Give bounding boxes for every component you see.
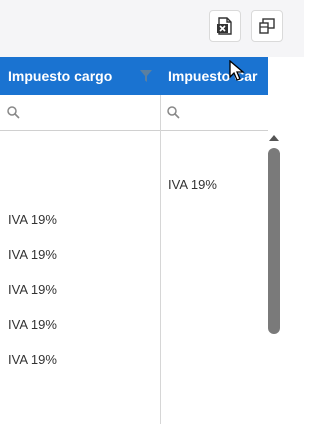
filter-search-col2[interactable] [167,95,180,130]
column-header-impuesto-car[interactable]: Impuesto Car [168,57,268,95]
scroll-thumb[interactable] [268,148,280,334]
vertical-scrollbar[interactable] [264,130,284,340]
grid-header-row: Impuesto cargo Impuesto Car [0,57,268,95]
search-icon [167,106,180,119]
filter-row [0,95,268,131]
mouse-cursor-icon [229,60,245,81]
excel-export-icon [217,17,232,35]
grid-cell[interactable]: IVA 19% [8,247,57,262]
grid-cell[interactable]: IVA 19% [8,212,57,227]
grid-cell[interactable]: IVA 19% [168,177,217,192]
scroll-up-arrow-icon[interactable] [269,135,279,141]
filter-icon[interactable] [140,70,152,82]
search-icon [7,106,20,119]
grid-cell[interactable]: IVA 19% [8,282,57,297]
data-grid: Impuesto cargo Impuesto Car IVA 19% IVA … [0,57,268,424]
toolbar [0,0,304,57]
column-divider [160,95,161,424]
column-header-impuesto-cargo[interactable]: Impuesto cargo [8,57,158,95]
column-chooser-icon [259,18,275,34]
grid-cell[interactable]: IVA 19% [8,317,57,332]
export-excel-button[interactable] [209,10,241,42]
filter-search-col1[interactable] [7,95,20,130]
column-header-label: Impuesto cargo [8,68,113,84]
grid-cell[interactable]: IVA 19% [8,352,57,367]
column-chooser-button[interactable] [251,10,283,42]
